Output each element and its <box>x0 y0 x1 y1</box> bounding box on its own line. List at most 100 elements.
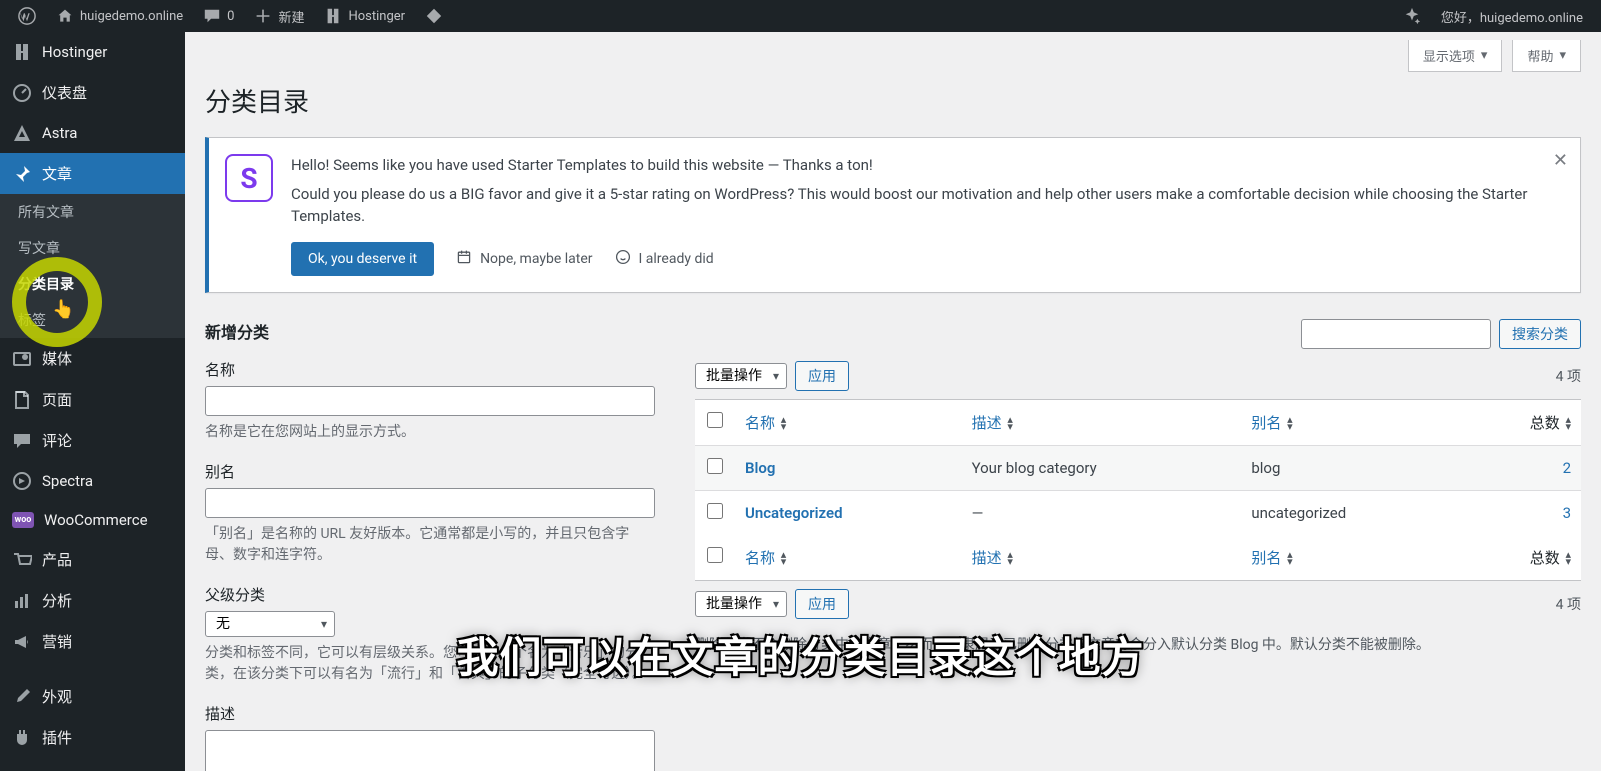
plugin-icon <box>12 728 32 748</box>
sort-icon: ▴▾ <box>781 417 787 430</box>
ai-link[interactable] <box>1393 0 1431 32</box>
col-slug-header[interactable]: 别名 ▴▾ <box>1241 399 1462 445</box>
notice-line1: Hello! Seems like you have used Starter … <box>291 154 1540 177</box>
product-icon <box>12 550 32 570</box>
menu-appearance[interactable]: 外观 <box>0 676 185 717</box>
diamond-link[interactable] <box>415 0 453 32</box>
submenu-categories[interactable]: 分类目录 <box>0 266 185 302</box>
menu-label: 分析 <box>42 590 72 611</box>
screen-options-label: 显示选项 <box>1423 46 1475 65</box>
diamond-icon <box>425 7 443 25</box>
sort-icon: ▴▾ <box>1287 417 1293 430</box>
pin-icon <box>12 164 32 184</box>
select-all-bottom[interactable] <box>707 547 723 563</box>
megaphone-icon <box>12 632 32 652</box>
calendar-icon <box>456 249 472 269</box>
notice-already-text: I already did <box>639 251 714 267</box>
smile-icon <box>615 249 631 269</box>
starter-templates-logo: S <box>225 154 273 202</box>
menu-products[interactable]: 产品 <box>0 539 185 580</box>
category-name-link[interactable]: Blog <box>745 459 775 477</box>
parent-label: 父级分类 <box>205 584 655 605</box>
menu-woocommerce[interactable]: wooWooCommerce <box>0 501 185 539</box>
menu-marketing[interactable]: 营销 <box>0 621 185 662</box>
col-count-footer[interactable]: 总数 ▴▾ <box>1463 535 1581 581</box>
menu-spectra[interactable]: Spectra <box>0 461 185 501</box>
notice-cta-button[interactable]: Ok, you deserve it <box>291 242 434 276</box>
help-button[interactable]: 帮助 ▾ <box>1512 40 1581 72</box>
menu-comments[interactable]: 评论 <box>0 420 185 461</box>
menu-dashboard[interactable]: 仪表盘 <box>0 72 185 113</box>
category-count-link[interactable]: 3 <box>1563 504 1571 522</box>
notice-later-text: Nope, maybe later <box>480 251 592 267</box>
my-account[interactable]: 您好，huigedemo.online <box>1431 0 1593 32</box>
menu-astra[interactable]: Astra <box>0 113 185 153</box>
notice-line2: Could you please do us a BIG favor and g… <box>291 183 1540 228</box>
bulk-action-select-top[interactable]: 批量操作 <box>695 363 787 389</box>
slug-label: 别名 <box>205 461 655 482</box>
notice-already-link[interactable]: I already did <box>615 249 714 269</box>
name-input[interactable] <box>205 386 655 416</box>
menu-pages[interactable]: 页面 <box>0 379 185 420</box>
wp-logo[interactable] <box>8 0 46 32</box>
rating-notice: S Hello! Seems like you have used Starte… <box>205 137 1581 293</box>
apply-button-bottom[interactable]: 应用 <box>795 589 849 619</box>
screen-options-button[interactable]: 显示选项 ▾ <box>1408 40 1503 72</box>
category-name-link[interactable]: Uncategorized <box>745 504 843 522</box>
categories-table: 名称 ▴▾ 描述 ▴▾ 别名 ▴▾ 总数 ▴▾ Blog Your blog c… <box>695 399 1581 581</box>
search-categories-input[interactable] <box>1301 319 1491 349</box>
parent-help: 分类和标签不同，它可以有层级关系。您可以有一个名为「音乐」的分类，在该分类下可以… <box>205 643 655 685</box>
slug-help: 「别名」是名称的 URL 友好版本。它通常都是小写的，并且只包含字母、数字和连字… <box>205 524 655 566</box>
items-count-top: 4 项 <box>1556 366 1581 386</box>
add-category-form: 新增分类 名称 名称是它在您网站上的显示方式。 别名 「别名」是名称的 URL … <box>205 319 655 771</box>
form-heading: 新增分类 <box>205 319 655 343</box>
menu-analytics[interactable]: 分析 <box>0 580 185 621</box>
select-all-top[interactable] <box>707 412 723 428</box>
col-desc-footer[interactable]: 描述 ▴▾ <box>962 535 1242 581</box>
menu-label: Hostinger <box>42 43 107 61</box>
slug-input[interactable] <box>205 488 655 518</box>
submenu-new-post[interactable]: 写文章 <box>0 230 185 266</box>
category-count-link[interactable]: 2 <box>1563 459 1571 477</box>
comment-icon <box>203 7 221 25</box>
desc-textarea[interactable] <box>205 730 655 771</box>
comments-count: 0 <box>227 9 234 24</box>
col-slug-footer[interactable]: 别名 ▴▾ <box>1241 535 1462 581</box>
menu-media[interactable]: 媒体 <box>0 338 185 379</box>
row-checkbox[interactable] <box>707 458 723 474</box>
site-name-link[interactable]: huigedemo.online <box>46 0 193 32</box>
col-name-footer[interactable]: 名称 ▴▾ <box>735 535 962 581</box>
menu-hostinger[interactable]: Hostinger <box>0 32 185 72</box>
new-content-link[interactable]: 新建 <box>244 0 314 32</box>
spectra-icon <box>12 471 32 491</box>
comments-link[interactable]: 0 <box>193 0 244 32</box>
col-desc-header[interactable]: 描述 ▴▾ <box>962 399 1242 445</box>
notice-dismiss-button[interactable]: ✕ <box>1553 150 1568 171</box>
category-slug: blog <box>1241 445 1462 490</box>
main-content: 显示选项 ▾ 帮助 ▾ 分类目录 S Hello! Seems like you… <box>185 32 1601 771</box>
greeting-text: 您好，huigedemo.online <box>1441 7 1583 26</box>
parent-select[interactable]: 无 <box>205 611 335 637</box>
row-checkbox[interactable] <box>707 503 723 519</box>
apply-button-top[interactable]: 应用 <box>795 361 849 391</box>
cursor-pointer-icon: 👆 <box>52 299 74 320</box>
bulk-action-select-bottom[interactable]: 批量操作 <box>695 591 787 617</box>
col-name-header[interactable]: 名称 ▴▾ <box>735 399 962 445</box>
search-categories-button[interactable]: 搜索分类 <box>1499 319 1581 349</box>
notice-later-link[interactable]: Nope, maybe later <box>456 249 592 269</box>
submenu-tags[interactable]: 标签 <box>0 302 185 338</box>
hostinger-label: Hostinger <box>348 9 405 24</box>
submenu-all-posts[interactable]: 所有文章 <box>0 194 185 230</box>
sparkle-icon <box>1403 7 1421 25</box>
table-row: Blog Your blog category blog 2 <box>695 445 1581 490</box>
chart-icon <box>12 591 32 611</box>
hostinger-icon <box>324 7 342 25</box>
desc-label: 描述 <box>205 703 655 724</box>
menu-plugins[interactable]: 插件 <box>0 717 185 758</box>
sort-icon: ▴▾ <box>1007 552 1013 565</box>
col-count-header[interactable]: 总数 ▴▾ <box>1463 399 1581 445</box>
hostinger-bar-link[interactable]: Hostinger <box>314 0 415 32</box>
menu-label: 评论 <box>42 430 72 451</box>
woo-icon: woo <box>12 512 34 528</box>
menu-posts[interactable]: 文章 <box>0 153 185 194</box>
